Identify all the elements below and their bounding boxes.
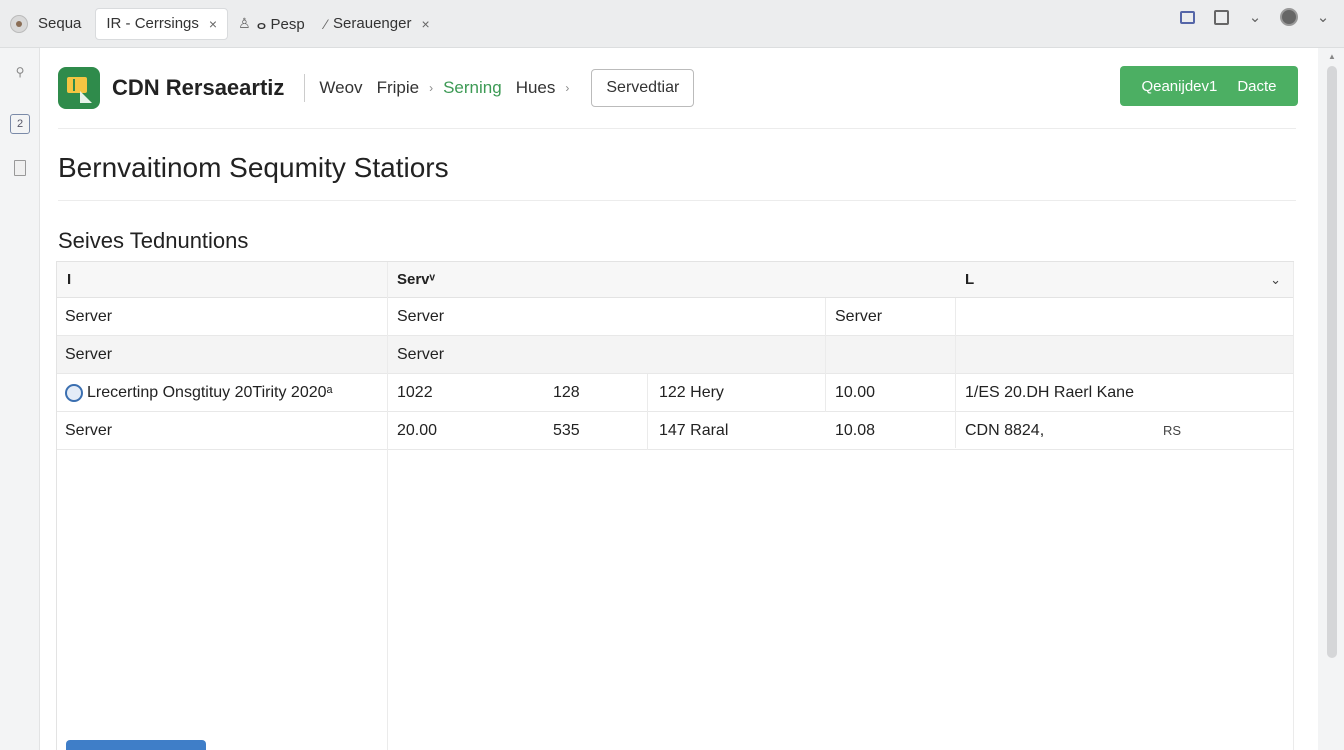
table-row[interactable]: Server 20.00 535 147 Raral 10.08 CDN 882… (57, 412, 1293, 450)
scroll-up-icon[interactable]: ▲ (1328, 52, 1336, 61)
breadcrumb-hues[interactable]: Hues (516, 78, 556, 98)
extensions-icon[interactable]: ⚲ (10, 62, 30, 82)
breadcrumb-serning[interactable]: Serning (443, 78, 502, 98)
tab-cerrsings[interactable]: IR - Cerrsings × (95, 7, 229, 40)
tab-sequa[interactable]: Sequa (28, 7, 91, 41)
user-icon: ♙ (238, 15, 251, 31)
browser-tab-bar: Sequa IR - Cerrsings × ♙ ⴰ Pesp ⁄ Seraue… (0, 0, 1344, 48)
table-cell: Server (65, 421, 113, 439)
window-icon[interactable] (1212, 8, 1230, 26)
chevron-down-icon[interactable]: ⌄ (1270, 272, 1281, 288)
column-header[interactable]: I (67, 262, 71, 297)
column-divider (387, 262, 388, 750)
page-title: Bernvaitinom Sequmity Statiors (58, 152, 449, 183)
divider (58, 200, 1296, 201)
rail-badge: 2 (16, 118, 24, 130)
section-title: Seives Tednuntions (58, 228, 249, 253)
app-title: CDN Rersaeartiz (112, 75, 285, 100)
table-header: I Servᵛ L ⌄ (57, 262, 1293, 298)
table-cell: CDN 8824, (965, 421, 1045, 439)
tab-label: ⴰ Pesp (256, 15, 305, 33)
column-divider (1293, 262, 1294, 750)
table-cell: 147 Raral (659, 421, 729, 439)
chevron-down-icon[interactable]: ⌄ (1246, 8, 1264, 26)
column-header[interactable]: Servᵛ (397, 262, 435, 297)
close-icon[interactable]: × (209, 16, 217, 32)
table-cell: 10.08 (835, 421, 876, 439)
table-cell: 20.00 (397, 421, 438, 439)
table-cell: 1/ES 20.DH Raerl Kane (965, 383, 1134, 401)
server-table: I Servᵛ L ⌄ Server Server Server Server … (56, 261, 1294, 750)
breadcrumb-fripie[interactable]: Fripie (377, 78, 420, 98)
table-cell: Server (65, 345, 113, 363)
column-header[interactable]: L (965, 262, 974, 297)
chevron-right-icon: › (429, 81, 434, 95)
close-icon[interactable]: × (421, 16, 429, 32)
browser-logo-icon[interactable] (10, 14, 28, 33)
table-cell: Server (65, 307, 113, 325)
vertical-scrollbar[interactable]: ▲ (1324, 48, 1344, 750)
table-cell: Server (397, 345, 445, 363)
tab-label: Serauenger (333, 15, 412, 32)
app-logo-icon (58, 67, 100, 109)
window-controls: ⌄ ⌄ (1178, 8, 1332, 26)
table-cell: 10.00 (835, 383, 876, 401)
document-icon[interactable] (10, 158, 30, 178)
tab-serauenger[interactable]: ⁄ Serauenger × (315, 7, 440, 41)
scrollbar-thumb[interactable] (1327, 66, 1337, 658)
table-row[interactable]: Lrecertinp Onsgtituy 20Tirity 2020ᵃ 1022… (57, 374, 1293, 412)
table-cell: 128 (553, 383, 580, 401)
primary-button-label: Qeanijdev1 (1141, 77, 1218, 95)
column-divider (647, 374, 648, 450)
table-row[interactable]: Server Server Server (57, 298, 1293, 336)
table-cell: Lrecertinp Onsgtituy 20Tirity 2020ᵃ (65, 374, 332, 411)
service-button[interactable]: Servedtiar (591, 69, 695, 107)
tab-label: IR - Cerrsings (106, 15, 199, 32)
globe-icon (65, 383, 83, 402)
primary-action-button[interactable]: Qeanijdev1 Dacte (1120, 66, 1298, 106)
table-cell: Server (397, 307, 445, 325)
table-cell: Server (835, 307, 883, 325)
table-cell: 1022 (397, 383, 433, 401)
tab-label: Sequa (38, 15, 82, 32)
chevron-right-icon: › (565, 81, 570, 95)
bottom-action-button[interactable] (66, 740, 206, 750)
column-divider (825, 298, 826, 412)
column-divider (955, 298, 956, 448)
table-cell: RS (1163, 423, 1182, 438)
counter-badge-icon[interactable]: 2 (10, 114, 30, 134)
main-panel: CDN Rersaeartiz Weov Fripie › Serning Hu… (40, 48, 1318, 750)
chevron-down-icon[interactable]: ⌄ (1314, 8, 1332, 26)
divider (58, 128, 1296, 129)
table-cell: 535 (553, 421, 580, 439)
pin-icon: ⁄ (324, 15, 328, 32)
checklist-icon[interactable] (1178, 8, 1196, 26)
row-title: Lrecertinp Onsgtituy 20Tirity 2020ᵃ (87, 383, 333, 401)
avatar-icon[interactable] (1280, 8, 1298, 26)
primary-button-label-secondary: Dacte (1237, 77, 1277, 95)
tab-pesp[interactable]: ♙ ⴰ Pesp (228, 7, 315, 41)
table-cell: 122 Hery (659, 383, 724, 401)
left-rail: ⚲ 2 (0, 48, 40, 750)
app-header: CDN Rersaeartiz Weov Fripie › Serning Hu… (58, 64, 1298, 112)
header-divider (304, 74, 306, 102)
table-row[interactable]: Server Server (57, 336, 1293, 374)
breadcrumb-weov[interactable]: Weov (319, 78, 362, 98)
